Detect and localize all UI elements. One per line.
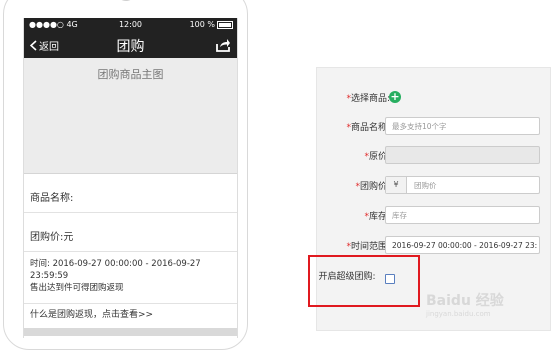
time-line-1: 时间: 2016-09-27 00:00:00 - 2016-09-27	[30, 259, 201, 269]
time-line-2: 23:59:59	[30, 271, 69, 281]
battery-icon	[217, 20, 233, 29]
product-name-form-row: *商品名称: 最多支持10个字	[317, 117, 550, 137]
time-range-input[interactable]: 2016-09-27 00:00:00 - 2016-09-27 23:	[385, 236, 540, 254]
select-product-row: *选择商品: +	[317, 88, 550, 108]
share-icon[interactable]	[215, 37, 231, 53]
group-price-row: 团购价:元	[24, 213, 237, 252]
time-range-label: *时间范围:	[346, 242, 390, 252]
highlight-box	[308, 255, 420, 307]
banner-text: 团购商品主图	[97, 68, 164, 81]
add-product-button[interactable]: +	[389, 91, 401, 103]
cashback-help-link[interactable]: 什么是团购返现，点击查看>>	[24, 304, 237, 328]
footer-bar	[24, 328, 237, 336]
currency-symbol: ¥	[386, 177, 407, 193]
status-bar: ●●●●○ 4G 12:00 100 %	[24, 18, 237, 32]
time-range-row: *时间范围: 2016-09-27 00:00:00 - 2016-09-27 …	[317, 236, 550, 256]
stock-input[interactable]: 库存	[385, 206, 540, 224]
rule-text: 售出达到件可得团购返现	[30, 283, 124, 293]
group-price-input[interactable]: ¥ 团购价	[385, 176, 540, 194]
phone-screen: ●●●●○ 4G 12:00 100 % 返回 团购 团购商品主图 商品名称: …	[23, 18, 238, 338]
watermark-logo: Baidu 经验 jingyan.baidu.com	[426, 290, 504, 318]
stock-row: *库存: 库存	[317, 206, 550, 226]
product-name-row: 商品名称:	[24, 174, 237, 213]
product-name-label: *商品名称:	[346, 123, 390, 133]
group-price-placeholder: 团购价	[414, 181, 437, 190]
earpiece-icon	[116, 0, 136, 1]
nav-bar: 返回 团购	[24, 32, 237, 58]
original-price-row: *原价:	[317, 146, 550, 166]
battery-indicator: 100 %	[190, 20, 233, 29]
product-main-image: 团购商品主图	[24, 58, 237, 174]
original-price-input[interactable]	[385, 146, 540, 164]
page-title: 团购	[116, 39, 145, 55]
group-price-form-row: *团购价: ¥ 团购价	[317, 176, 550, 196]
time-info-row: 时间: 2016-09-27 00:00:00 - 2016-09-27 23:…	[24, 252, 237, 304]
select-product-label: *选择商品:	[346, 94, 390, 104]
watermark-sub: jingyan.baidu.com	[426, 310, 491, 318]
battery-label: 100 %	[189, 20, 215, 29]
watermark-text: Baidu 经验	[426, 293, 504, 309]
product-name-input[interactable]: 最多支持10个字	[385, 117, 540, 135]
